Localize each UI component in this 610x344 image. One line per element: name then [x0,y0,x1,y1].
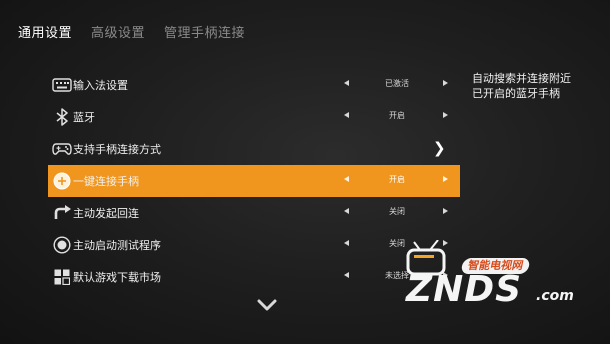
arrow-left-icon[interactable] [344,176,349,182]
setting-description: 自动搜索并连接附近 已开启的蓝牙手柄 [472,71,602,101]
watermark-domain: .com [536,288,574,304]
setting-label: 蓝牙 [73,111,95,124]
setting-row-bluetooth[interactable]: 蓝牙 开启 [48,101,460,133]
setting-row-input-method[interactable]: 输入法设置 已激活 [48,69,460,101]
setting-row-gamepad-mode[interactable]: 支持手柄连接方式 ❯ [48,133,460,165]
gamepad-connect-icon [52,171,72,191]
tab-gamepad-connection[interactable]: 管理手柄连接 [164,22,245,41]
setting-value: 已激活 [385,79,409,88]
setting-row-one-key-connect[interactable]: 一键连接手柄 开启 [48,165,460,197]
arrow-left-icon[interactable] [344,112,349,118]
tab-general-settings[interactable]: 通用设置 [18,22,72,41]
setting-label: 主动启动测试程序 [73,239,161,252]
description-line-2: 已开启的蓝牙手柄 [472,87,560,100]
watermark-title: ZNDS [406,269,523,310]
test-program-icon [52,235,72,255]
setting-row-reconnect[interactable]: 主动发起回连 关闭 [48,197,460,229]
bluetooth-icon [52,107,72,127]
znds-watermark: 智能电视网 ZNDS .com [398,236,598,316]
arrow-right-icon[interactable] [443,80,448,86]
keyboard-icon [52,75,72,95]
setting-value: 开启 [389,175,405,184]
setting-label: 主动发起回连 [73,207,139,220]
arrow-left-icon[interactable] [344,80,349,86]
arrow-right-icon[interactable] [443,208,448,214]
arrow-right-icon[interactable] [443,176,448,182]
arrow-left-icon[interactable] [344,272,349,278]
reconnect-icon [52,203,72,223]
market-icon [52,267,72,287]
setting-value: 关闭 [389,207,405,216]
description-line-1: 自动搜索并连接附近 [472,72,571,85]
gamepad-icon [52,139,72,159]
arrow-right-icon[interactable] [443,112,448,118]
scroll-down-chevron-icon[interactable] [257,296,277,315]
setting-label: 一键连接手柄 [73,175,139,188]
setting-label: 默认游戏下载市场 [73,271,161,284]
arrow-left-icon[interactable] [344,240,349,246]
chevron-right-icon[interactable]: ❯ [433,139,446,157]
setting-label: 输入法设置 [73,79,128,92]
tab-advanced-settings[interactable]: 高级设置 [91,22,145,41]
setting-value: 开启 [389,111,405,120]
setting-label: 支持手柄连接方式 [73,143,161,156]
arrow-left-icon[interactable] [344,208,349,214]
settings-tabs: 通用设置 高级设置 管理手柄连接 [18,22,264,41]
